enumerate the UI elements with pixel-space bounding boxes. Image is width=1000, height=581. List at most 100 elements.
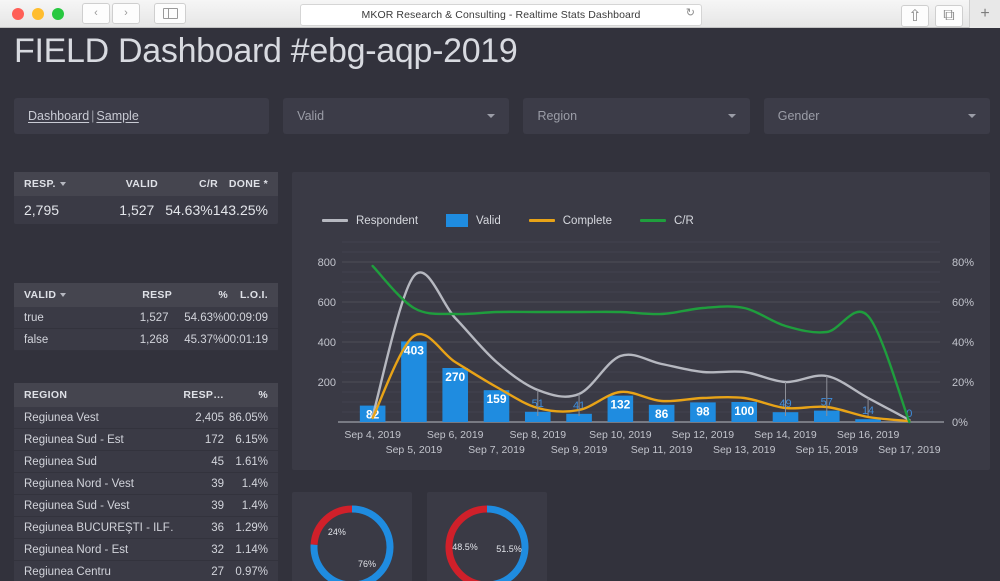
- cell-region: Regiunea Centru: [24, 565, 111, 578]
- filter-dropdown-gender-label: Gender: [777, 109, 820, 123]
- filter-dropdown-valid-label: Valid: [297, 109, 325, 123]
- cell-pct: 0.97%: [235, 565, 268, 578]
- sidebar-icon: [162, 8, 178, 19]
- sidebar-toggle-button[interactable]: [154, 3, 186, 24]
- cell-region: Regiunea Vest: [24, 411, 99, 424]
- valid-col-loi[interactable]: L.O.I.: [228, 289, 268, 301]
- cell-resp: 172: [204, 433, 224, 446]
- y2-axis-tick-label: 60%: [952, 297, 974, 309]
- donut-chart-2-card: 51.5% 48.5%: [427, 492, 547, 581]
- sort-caret-icon: [60, 293, 67, 298]
- table-row[interactable]: Regiunea Sud 45 1.61%: [14, 451, 278, 473]
- y-axis-tick-label: 600: [318, 297, 336, 309]
- x-axis-tick-label: Sep 10, 2019: [589, 429, 652, 441]
- table-row[interactable]: false 1,268 45.37% 00:01:19: [14, 329, 278, 351]
- breadcrumb-link-sample[interactable]: Sample: [96, 109, 138, 123]
- new-tab-button[interactable]: +: [969, 0, 1000, 28]
- chevron-right-icon: ›: [124, 7, 128, 19]
- share-icon: ⇧: [908, 8, 922, 25]
- table-row[interactable]: Regiunea Centru 27 0.97%: [14, 561, 278, 581]
- breadcrumb: Dashboard | Sample: [14, 98, 270, 134]
- bar-value-label: 159: [486, 392, 506, 406]
- valid-col-valid[interactable]: VALID: [24, 289, 98, 301]
- minimize-window-button[interactable]: [32, 7, 44, 20]
- x-axis-tick-label: Sep 9, 2019: [551, 444, 608, 456]
- maximize-window-button[interactable]: [52, 7, 64, 20]
- cell-resp: 36: [211, 521, 224, 534]
- cell-resp: 1,268: [139, 333, 169, 346]
- cell-region: Regiunea BUCUREŞTI - ILF…: [24, 521, 174, 534]
- filter-dropdown-region[interactable]: Region: [523, 98, 750, 134]
- valid-col-valid-label: VALID: [24, 289, 57, 301]
- table-row[interactable]: Regiunea Vest 2,405 86.05%: [14, 407, 278, 429]
- bar[interactable]: [855, 419, 881, 422]
- filter-dropdown-region-label: Region: [537, 109, 578, 123]
- cell-resp: 27: [211, 565, 224, 578]
- show-tabs-button[interactable]: ⧉: [935, 5, 963, 27]
- bar-value-label: 86: [655, 407, 669, 421]
- chevron-down-icon: [487, 114, 496, 118]
- plus-icon: +: [980, 5, 990, 22]
- bar-value-label: 100: [734, 404, 754, 418]
- breadcrumb-link-dashboard[interactable]: Dashboard: [28, 109, 89, 123]
- kpi-header-valid[interactable]: VALID: [88, 178, 158, 190]
- x-axis-tick-label: Sep 14, 2019: [754, 429, 817, 441]
- cell-resp: 45: [211, 455, 224, 468]
- kpi-header-resp-label: RESP.: [24, 178, 56, 190]
- donut-segment-label: 51.5%: [496, 544, 522, 554]
- y2-axis-tick-label: 0%: [952, 417, 968, 429]
- navigation-buttons: ‹ ›: [82, 3, 186, 24]
- region-table-header: REGION RESP… %: [14, 383, 278, 407]
- app-window: ‹ › MKOR Research & Consulting - Realtim…: [0, 0, 1000, 581]
- kpi-header-cr[interactable]: C/R: [158, 178, 218, 190]
- combo-chart-plot[interactable]: 2004006008000%20%40%60%80%C/R82403270159…: [292, 172, 990, 470]
- x-axis-tick-label: Sep 6, 2019: [427, 429, 484, 441]
- valid-col-pct[interactable]: %: [172, 289, 228, 301]
- region-col-region[interactable]: REGION: [24, 389, 174, 401]
- cell-valid: true: [24, 311, 44, 324]
- tabs-icon: ⧉: [943, 7, 955, 24]
- close-window-button[interactable]: [12, 7, 24, 20]
- donut-chart-1[interactable]: 76% 24%: [292, 492, 412, 581]
- region-col-pct[interactable]: %: [224, 389, 268, 401]
- kpi-header-row: RESP. VALID C/R DONE *: [14, 172, 278, 196]
- cell-pct: 1.61%: [235, 455, 268, 468]
- y2-axis-tick-label: 40%: [952, 337, 974, 349]
- table-row[interactable]: Regiunea Nord - Est 32 1.14%: [14, 539, 278, 561]
- filter-bar: Dashboard | Sample Valid Region Gender: [14, 98, 990, 134]
- dashboard-page: FIELD Dashboard #ebg-aqp-2019 Dashboard |…: [0, 28, 1000, 581]
- x-axis-tick-label: Sep 5, 2019: [386, 444, 443, 456]
- donut-segment-label: 76%: [358, 559, 376, 569]
- valid-col-resp[interactable]: RESP: [98, 289, 172, 301]
- kpi-header-resp[interactable]: RESP.: [24, 178, 88, 190]
- share-button[interactable]: ⇧: [901, 5, 929, 27]
- kpi-header-done[interactable]: DONE *: [218, 178, 268, 190]
- back-button[interactable]: ‹: [82, 3, 110, 24]
- x-axis-tick-label: Sep 13, 2019: [713, 444, 776, 456]
- combo-chart-card: Respondent Valid Complete C/R 200 400 600 8…: [292, 172, 990, 470]
- cell-resp: 1,527: [139, 311, 169, 324]
- cell-region: Regiunea Nord - Est: [24, 543, 129, 556]
- reload-icon[interactable]: ↻: [686, 8, 695, 19]
- x-axis-tick-label: Sep 15, 2019: [796, 444, 859, 456]
- region-col-resp[interactable]: RESP…: [174, 389, 224, 401]
- y-axis-tick-label: 400: [318, 337, 336, 349]
- chevron-down-icon: [727, 114, 736, 118]
- table-row[interactable]: Regiunea Sud - Vest 39 1.4%: [14, 495, 278, 517]
- table-row[interactable]: Regiunea BUCUREŞTI - ILF… 36 1.29%: [14, 517, 278, 539]
- table-row[interactable]: true 1,527 54.63% 00:09:09: [14, 307, 278, 329]
- filter-dropdown-gender[interactable]: Gender: [763, 98, 990, 134]
- forward-button[interactable]: ›: [112, 3, 140, 24]
- cell-loi: 00:09:09: [223, 311, 268, 324]
- y2-axis-tick-label: 20%: [952, 377, 974, 389]
- y2-axis-title: C/R: [989, 343, 990, 362]
- address-bar[interactable]: MKOR Research & Consulting - Realtime St…: [300, 4, 702, 26]
- chevron-left-icon: ‹: [94, 7, 98, 19]
- kpi-value-cr: 54.63%: [165, 202, 213, 218]
- donut-chart-2[interactable]: 51.5% 48.5%: [427, 492, 547, 581]
- kpi-value-resp: 2,795: [24, 202, 60, 218]
- valid-table-header: VALID RESP % L.O.I.: [14, 283, 278, 307]
- table-row[interactable]: Regiunea Sud - Est 172 6.15%: [14, 429, 278, 451]
- filter-dropdown-valid[interactable]: Valid: [283, 98, 510, 134]
- table-row[interactable]: Regiunea Nord - Vest 39 1.4%: [14, 473, 278, 495]
